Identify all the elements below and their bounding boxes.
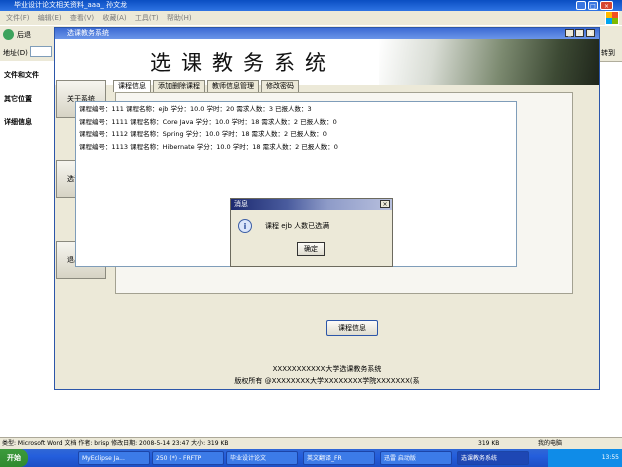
clock[interactable]: 13:55 — [602, 454, 619, 461]
banner-image — [379, 39, 599, 85]
message-dialog: 消息 × i 课程 ejb 人数已选满 确定 — [230, 198, 393, 267]
tab-bar: 课程信息 添加删除课程 教师信息管理 修改密码 — [113, 80, 301, 92]
task-thunder[interactable]: 迅雷 启动版 — [380, 451, 452, 465]
address-input[interactable] — [30, 46, 52, 57]
banner-title: 选课教务系统 — [150, 51, 336, 75]
dialog-message: 课程 ejb 人数已选满 — [265, 222, 330, 230]
list-item: 课程编号：1112 课程名称：Spring 学分：10.0 学时：18 需求人数… — [79, 130, 327, 138]
menu-edit[interactable]: 编辑(E) — [38, 11, 62, 25]
app-close-button[interactable]: × — [586, 29, 595, 37]
outer-title-bar: 毕业设计论文相关资料_aaa_ 孙文龙 _ □ × — [0, 0, 622, 11]
tab-change-password[interactable]: 修改密码 — [261, 80, 299, 92]
task-myeclipse[interactable]: MyEclipse Ja... — [78, 451, 150, 465]
app-window-title: 选课教务系统 — [67, 29, 109, 37]
app-banner: 选课教务系统 — [55, 39, 599, 85]
list-item: 课程编号：111 课程名称：ejb 学分：10.0 学时：20 需求人数：3 已… — [79, 105, 312, 113]
dialog-title-bar: 消息 × — [231, 199, 392, 210]
list-item: 课程编号：1113 课程名称：Hibernate 学分：10.0 学时：18 需… — [79, 142, 338, 151]
menu-favorites[interactable]: 收藏(A) — [102, 11, 126, 25]
outer-minimize-button[interactable]: _ — [576, 1, 586, 10]
back-arrow-icon[interactable] — [3, 29, 14, 40]
tab-add-remove-course[interactable]: 添加删除课程 — [153, 80, 205, 92]
outer-task-pane: 文件和文件 其它位置 详细信息 — [0, 61, 54, 436]
taskbar: 开始 MyEclipse Ja... 250 (*) - FRFTP 毕业设计论… — [0, 449, 622, 467]
app-title-bar: 选课教务系统 _ □ × — [55, 28, 599, 39]
footer-copyright: 版权所有 @XXXXXXXX大学XXXXXXXX学院XXXXXXX(系 — [234, 377, 420, 385]
menu-file[interactable]: 文件(F) — [6, 11, 30, 25]
task-ftp[interactable]: 250 (*) - FRFTP — [152, 451, 224, 465]
go-button[interactable]: 转到 — [601, 48, 615, 58]
sidebar-other-places[interactable]: 其它位置 — [4, 94, 52, 104]
start-button[interactable]: 开始 — [0, 449, 28, 467]
dialog-close-button[interactable]: × — [380, 200, 390, 208]
tab-course-info[interactable]: 课程信息 — [113, 80, 151, 92]
footer-title: XXXXXXXXXXX大学选课教务系统 — [272, 365, 382, 373]
task-course-system[interactable]: 选课教务系统 — [457, 451, 529, 465]
info-icon: i — [238, 219, 252, 233]
address-label: 地址(D) — [3, 49, 28, 57]
app-maximize-button[interactable]: □ — [575, 29, 584, 37]
dialog-ok-button[interactable]: 确定 — [297, 242, 325, 256]
sidebar-file-tasks[interactable]: 文件和文件 — [4, 70, 52, 80]
sidebar-details[interactable]: 详细信息 — [4, 117, 52, 127]
task-thesis-folder[interactable]: 毕业设计论文 — [226, 451, 298, 465]
system-tray: 13:55 — [548, 449, 622, 467]
outer-maximize-button[interactable]: □ — [588, 1, 598, 10]
windows-logo-icon — [605, 11, 619, 25]
menu-tools[interactable]: 工具(T) — [135, 11, 159, 25]
outer-menu-bar: 文件(F) 编辑(E) 查看(V) 收藏(A) 工具(T) 帮助(H) — [0, 11, 622, 25]
outer-close-button[interactable]: × — [600, 1, 613, 10]
back-button[interactable]: 后退 — [17, 30, 31, 40]
outer-window-title: 毕业设计论文相关资料_aaa_ 孙文龙 — [14, 1, 128, 9]
app-minimize-button[interactable]: _ — [565, 29, 574, 37]
tab-teacher-management[interactable]: 教师信息管理 — [207, 80, 259, 92]
list-item: 课程编号：1111 课程名称：Core Java 学分：10.0 学时：18 需… — [79, 117, 337, 126]
task-translation[interactable]: 英文翻译_FR — [303, 451, 375, 465]
dialog-title: 消息 — [234, 200, 248, 208]
course-info-button[interactable]: 课程信息 — [326, 320, 378, 336]
menu-help[interactable]: 帮助(H) — [167, 11, 192, 25]
menu-view[interactable]: 查看(V) — [70, 11, 94, 25]
